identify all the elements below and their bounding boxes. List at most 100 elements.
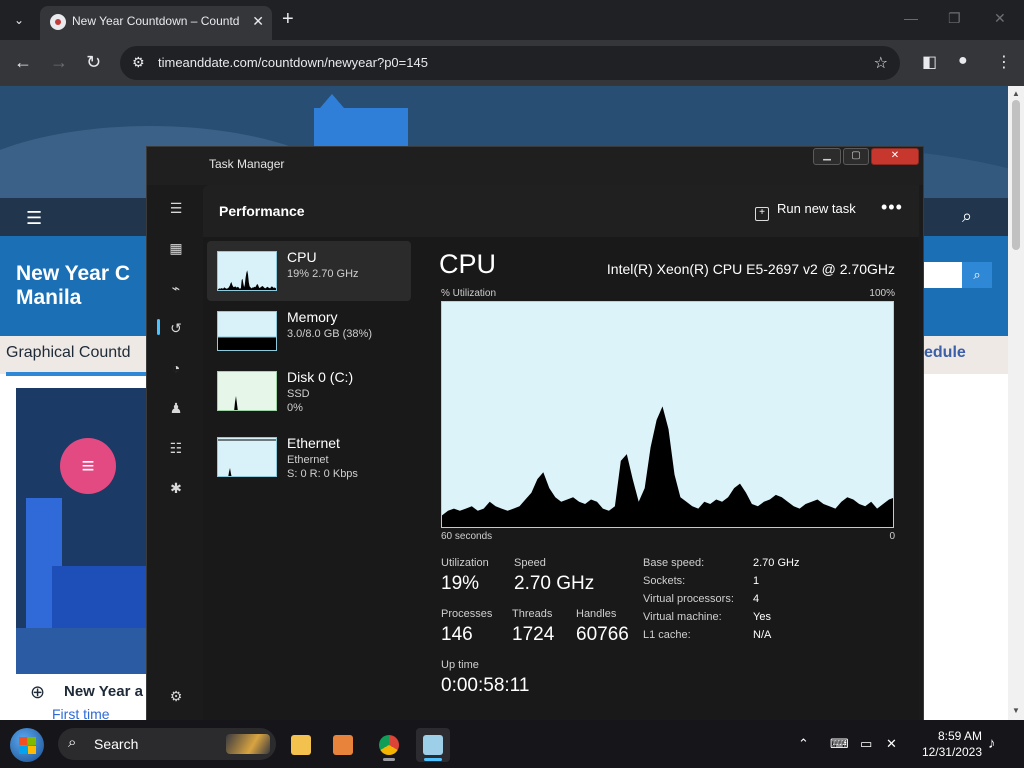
back-arrow-icon[interactable]: ←: [14, 52, 32, 73]
l1-cache-value: N/A: [753, 629, 772, 641]
browser-tab-bar: ⌄ New Year Countdown – Countd ✕ + — ❐ ✕: [0, 0, 1024, 40]
browser-toolbar: ← → ↻ ⚙ timeanddate.com/countdown/newyea…: [0, 40, 1024, 86]
perf-item-ethernet[interactable]: Ethernet Ethernet S: 0 R: 0 Kbps: [207, 427, 411, 487]
new-tab-button[interactable]: +: [282, 8, 294, 31]
profile-icon[interactable]: ●: [958, 52, 968, 70]
keyboard-icon[interactable]: ⌨: [830, 736, 849, 752]
window-title: Task Manager: [209, 157, 285, 171]
file-explorer-button[interactable]: [284, 728, 318, 762]
details-icon[interactable]: ☷: [167, 439, 185, 457]
settings-gear-icon[interactable]: ⚙: [167, 687, 185, 705]
hamburger-menu-icon[interactable]: ☰: [167, 199, 185, 217]
task-manager-titlebar[interactable]: Task Manager ▁ ▢ ✕: [147, 147, 923, 185]
perf-item-memory[interactable]: Memory 3.0/8.0 GB (38%): [207, 301, 411, 361]
browser-menu-icon[interactable]: ⋮: [996, 52, 1012, 72]
cpu-utilization-area: [442, 406, 893, 527]
tm-maximize-button[interactable]: ▢: [843, 148, 869, 165]
first-time-link[interactable]: First time: [52, 706, 110, 720]
illustration-building: [52, 566, 156, 628]
utilization-value: 19%: [441, 573, 480, 594]
app-history-icon[interactable]: ↺: [167, 319, 185, 337]
utilization-axis-max: 100%: [869, 288, 895, 299]
windows-logo-icon: [28, 746, 36, 754]
performance-body: CPU 19% 2.70 GHz Memory 3.0/8.0 GB (38%)…: [203, 237, 919, 725]
windows-taskbar: ⌕ Search ⌃ ⌨ ▭ ✕ 8:59 AM 12/31/2023 ♪: [0, 720, 1024, 768]
active-indicator: [424, 758, 442, 761]
active-tab-indicator: [6, 372, 156, 376]
ethernet-mini-graph: [217, 437, 277, 477]
run-task-icon: +: [755, 207, 769, 221]
perf-item-name: CPU: [287, 249, 317, 265]
site-info-icon[interactable]: ⚙: [132, 54, 145, 71]
perf-item-detail: Ethernet: [287, 454, 329, 466]
notification-bell-icon[interactable]: ♪: [988, 735, 996, 752]
virtual-machine-label: Virtual machine:: [643, 611, 722, 623]
scroll-up-icon[interactable]: ▲: [1012, 89, 1020, 98]
memory-mini-graph: [217, 311, 277, 351]
processes-label: Processes: [441, 608, 493, 620]
page-scrollbar[interactable]: ▲ ▼: [1008, 86, 1024, 720]
perf-item-name: Disk 0 (C:): [287, 369, 354, 385]
perf-item-disk[interactable]: Disk 0 (C:) SSD 0%: [207, 361, 411, 421]
tab-title: New Year Countdown – Countd: [72, 14, 240, 28]
browser-minimize-button[interactable]: —: [904, 10, 918, 26]
start-button[interactable]: [10, 728, 44, 762]
users-icon[interactable]: ♟: [167, 399, 185, 417]
perf-item-detail: SSD: [287, 388, 310, 400]
running-indicator: [383, 758, 395, 761]
folder-icon: [291, 735, 311, 755]
search-highlight-graphic: [226, 734, 270, 754]
cpu-mini-graph: [217, 251, 277, 291]
hero-house-illustration: [314, 94, 408, 148]
browser-maximize-button[interactable]: ❐: [948, 10, 961, 27]
volume-muted-icon[interactable]: ✕: [886, 736, 897, 752]
windows-logo-icon: [19, 737, 27, 745]
bookmark-star-icon[interactable]: ☆: [874, 53, 888, 73]
system-clock[interactable]: 8:59 AM 12/31/2023: [912, 728, 982, 760]
run-new-task-button[interactable]: + Run new task: [755, 201, 856, 221]
sockets-value: 1: [753, 575, 760, 587]
l1-cache-label: L1 cache:: [643, 629, 691, 641]
floating-menu-button[interactable]: ≡: [60, 438, 116, 494]
forward-arrow-icon[interactable]: →: [50, 52, 68, 73]
processes-value: 146: [441, 624, 473, 645]
display-icon[interactable]: ▭: [860, 736, 872, 752]
city-search-button[interactable]: ⌕: [962, 262, 992, 288]
address-bar[interactable]: ⚙ timeanddate.com/countdown/newyear?p0=1…: [120, 46, 900, 80]
reload-icon[interactable]: ↻: [86, 52, 101, 73]
processes-icon[interactable]: ▦: [167, 239, 185, 257]
tm-close-button[interactable]: ✕: [871, 148, 919, 165]
perf-item-name: Memory: [287, 309, 338, 325]
city-search-input[interactable]: [920, 262, 962, 288]
tab-search-button[interactable]: ⌄: [8, 10, 30, 30]
perf-item-detail: 19% 2.70 GHz: [287, 268, 359, 280]
perf-item-cpu[interactable]: CPU 19% 2.70 GHz: [207, 241, 411, 301]
startup-apps-icon[interactable]: ◔: [167, 359, 185, 377]
subnav-link-schedule[interactable]: edule: [924, 344, 966, 362]
side-panel-icon[interactable]: ◧: [922, 52, 937, 72]
show-hidden-icons-button[interactable]: ⌃: [798, 736, 809, 752]
site-search-icon[interactable]: ⌕: [962, 206, 972, 227]
services-icon[interactable]: ✱: [167, 479, 185, 497]
task-manager-window: Task Manager ▁ ▢ ✕ ☰ ▦ ⌁ ↺ ◔ ♟ ☷ ✱ ⚙ Per…: [146, 146, 924, 726]
new-year-heading: New Year a: [64, 683, 143, 700]
chrome-button[interactable]: [372, 728, 406, 762]
browser-close-button[interactable]: ✕: [994, 10, 1006, 27]
more-options-button[interactable]: •••: [881, 197, 903, 218]
scroll-down-icon[interactable]: ▼: [1012, 706, 1020, 715]
task-manager-taskbar-button[interactable]: [416, 728, 450, 762]
performance-icon[interactable]: ⌁: [167, 279, 185, 297]
cpu-utilization-graph: [441, 301, 894, 528]
site-menu-icon[interactable]: ☰: [26, 208, 42, 229]
url-text[interactable]: timeanddate.com/countdown/newyear?p0=145: [158, 55, 428, 70]
media-player-button[interactable]: [326, 728, 360, 762]
windows-logo-icon: [28, 737, 36, 745]
selected-indicator: [157, 319, 160, 335]
tm-minimize-button[interactable]: ▁: [813, 148, 841, 165]
virtual-machine-value: Yes: [753, 611, 771, 623]
subnav-title[interactable]: Graphical Countd: [6, 344, 131, 362]
scrollbar-thumb[interactable]: [1012, 100, 1020, 250]
taskbar-search-box[interactable]: ⌕ Search: [58, 728, 276, 760]
tab-close-button[interactable]: ✕: [252, 13, 264, 30]
browser-tab[interactable]: New Year Countdown – Countd ✕: [40, 6, 272, 40]
